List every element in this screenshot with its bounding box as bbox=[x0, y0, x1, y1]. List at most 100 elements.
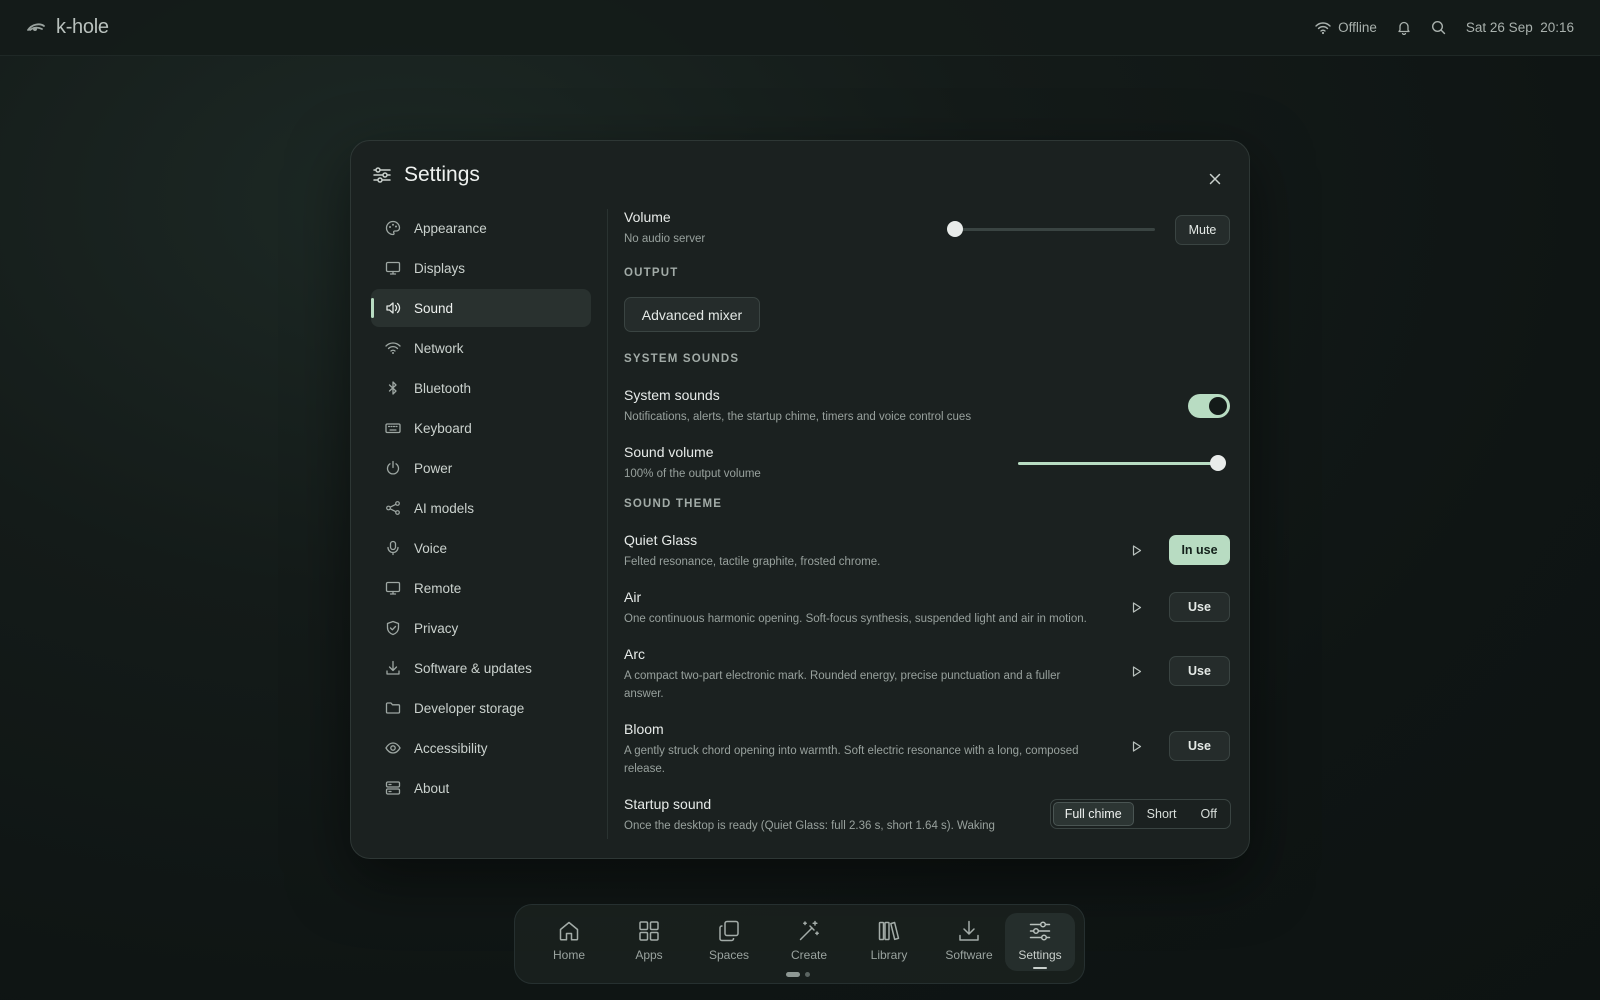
advanced-mixer-button[interactable]: Advanced mixer bbox=[624, 297, 760, 332]
play-icon bbox=[1132, 544, 1142, 556]
dock-item-apps[interactable]: Apps bbox=[614, 913, 684, 971]
sidebar-item-label: Sound bbox=[414, 300, 454, 316]
volume-row: Volume No audio server Mute bbox=[624, 209, 1231, 248]
monitor-icon bbox=[384, 580, 402, 596]
startup-option-off[interactable]: Off bbox=[1190, 802, 1228, 826]
use-theme-button[interactable]: Use bbox=[1169, 592, 1230, 622]
dock-item-label: Create bbox=[790, 948, 828, 962]
play-preview-button[interactable] bbox=[1127, 597, 1147, 617]
play-preview-button[interactable] bbox=[1127, 736, 1147, 756]
sidebar-item-label: Remote bbox=[414, 580, 462, 596]
startup-sound-desc: Once the desktop is ready (Quiet Glass: … bbox=[624, 820, 995, 832]
play-preview-button[interactable] bbox=[1127, 661, 1147, 681]
network-status-label: Offline bbox=[1338, 20, 1377, 35]
close-icon bbox=[1209, 173, 1221, 185]
dock-item-settings[interactable]: Settings bbox=[1005, 913, 1075, 971]
toggle-knob bbox=[1209, 397, 1227, 415]
dock-item-label: Software bbox=[945, 948, 993, 962]
sidebar-item-network[interactable]: Network bbox=[371, 329, 591, 367]
dialog-title: Settings bbox=[404, 163, 480, 186]
share-nodes-icon bbox=[384, 500, 402, 516]
sidebar-item-ai-models[interactable]: AI models bbox=[371, 489, 591, 527]
copy-icon bbox=[717, 919, 741, 943]
dock-item-create[interactable]: Create bbox=[774, 913, 844, 971]
theme-title: Arc bbox=[624, 646, 645, 662]
dock-item-spaces[interactable]: Spaces bbox=[694, 913, 764, 971]
wand-icon bbox=[797, 919, 821, 943]
section-sound-theme: SOUND THEME bbox=[624, 498, 723, 510]
close-button[interactable] bbox=[1203, 167, 1227, 191]
dock-page-indicator bbox=[786, 972, 810, 977]
sidebar-item-about[interactable]: About bbox=[371, 769, 591, 807]
settings-dialog: Settings Appearance Displays Sound Netwo… bbox=[350, 140, 1250, 859]
sidebar-item-voice[interactable]: Voice bbox=[371, 529, 591, 567]
page-dot-active[interactable] bbox=[786, 972, 800, 977]
startup-option-short[interactable]: Short bbox=[1136, 802, 1188, 826]
power-icon bbox=[384, 460, 402, 476]
sound-volume-row: Sound volume 100% of the output volume bbox=[624, 444, 1231, 483]
sound-volume-slider-thumb[interactable] bbox=[1210, 455, 1226, 471]
sidebar-item-bluetooth[interactable]: Bluetooth bbox=[371, 369, 591, 407]
wifi-icon bbox=[384, 341, 402, 355]
sidebar-item-appearance[interactable]: Appearance bbox=[371, 209, 591, 247]
sound-volume-slider-fill bbox=[1018, 462, 1218, 465]
sound-volume-slider[interactable] bbox=[1018, 455, 1226, 471]
dialog-header: Settings bbox=[373, 163, 480, 187]
sidebar-item-software-updates[interactable]: Software & updates bbox=[371, 649, 591, 687]
play-icon bbox=[1132, 665, 1142, 677]
sidebar-item-remote[interactable]: Remote bbox=[371, 569, 591, 607]
sidebar-item-sound[interactable]: Sound bbox=[371, 289, 591, 327]
clock[interactable]: Sat 26 Sep 20:16 bbox=[1466, 20, 1574, 35]
sidebar-item-power[interactable]: Power bbox=[371, 449, 591, 487]
sound-volume-title: Sound volume bbox=[624, 444, 714, 460]
sidebar-item-privacy[interactable]: Privacy bbox=[371, 609, 591, 647]
startup-sound-row: Startup sound Once the desktop is ready … bbox=[624, 796, 1231, 835]
dock-item-label: Library bbox=[870, 948, 908, 962]
play-icon bbox=[1132, 601, 1142, 613]
system-tray: Offline Sat 26 Sep 20:16 bbox=[1315, 20, 1574, 35]
play-preview-button[interactable] bbox=[1127, 540, 1147, 560]
volume-slider[interactable] bbox=[947, 221, 1155, 237]
section-output: OUTPUT bbox=[624, 267, 679, 279]
theme-title: Bloom bbox=[624, 721, 664, 737]
sidebar-item-accessibility[interactable]: Accessibility bbox=[371, 729, 591, 767]
dock-item-label: Apps bbox=[635, 948, 663, 962]
sidebar-item-keyboard[interactable]: Keyboard bbox=[371, 409, 591, 447]
volume-slider-thumb[interactable] bbox=[947, 221, 963, 237]
sidebar-item-developer-storage[interactable]: Developer storage bbox=[371, 689, 591, 727]
dock-item-home[interactable]: Home bbox=[534, 913, 604, 971]
use-theme-button[interactable]: Use bbox=[1169, 731, 1230, 761]
network-status[interactable]: Offline bbox=[1315, 20, 1377, 35]
keyboard-icon bbox=[384, 420, 402, 436]
sidebar-item-label: About bbox=[414, 780, 450, 796]
sidebar-item-label: Voice bbox=[414, 540, 448, 556]
section-system-sounds: SYSTEM SOUNDS bbox=[624, 353, 740, 365]
startup-option-full-chime[interactable]: Full chime bbox=[1052, 802, 1134, 826]
brand[interactable]: k-hole bbox=[26, 16, 109, 39]
bell-icon[interactable] bbox=[1397, 20, 1411, 35]
shield-icon bbox=[384, 620, 402, 636]
k-hole-logo-icon bbox=[26, 21, 46, 35]
sidebar-item-displays[interactable]: Displays bbox=[371, 249, 591, 287]
page-dot[interactable] bbox=[805, 972, 810, 977]
dock-item-software[interactable]: Software bbox=[934, 913, 1004, 971]
sidebar-divider bbox=[607, 209, 608, 839]
home-icon bbox=[557, 919, 581, 943]
mute-button[interactable]: Mute bbox=[1175, 215, 1230, 245]
use-theme-button[interactable]: Use bbox=[1169, 656, 1230, 686]
sidebar-item-label: Software & updates bbox=[414, 660, 532, 676]
dock-item-label: Spaces bbox=[708, 948, 750, 962]
system-sounds-toggle[interactable] bbox=[1188, 394, 1230, 418]
search-icon[interactable] bbox=[1431, 20, 1446, 35]
dock-item-library[interactable]: Library bbox=[854, 913, 924, 971]
theme-row-quiet-glass: Quiet Glass Felted resonance, tactile gr… bbox=[624, 532, 1231, 571]
grid-icon bbox=[637, 919, 661, 943]
sliders-icon bbox=[373, 166, 391, 184]
sliders-icon bbox=[1028, 919, 1052, 943]
theme-desc: Felted resonance, tactile graphite, fros… bbox=[624, 556, 881, 568]
download-icon bbox=[957, 919, 981, 943]
theme-row-arc: Arc A compact two-part electronic mark. … bbox=[624, 646, 1231, 703]
sidebar-item-label: Developer storage bbox=[414, 700, 525, 716]
in-use-button[interactable]: In use bbox=[1169, 535, 1230, 565]
volume-title: Volume bbox=[624, 209, 671, 225]
